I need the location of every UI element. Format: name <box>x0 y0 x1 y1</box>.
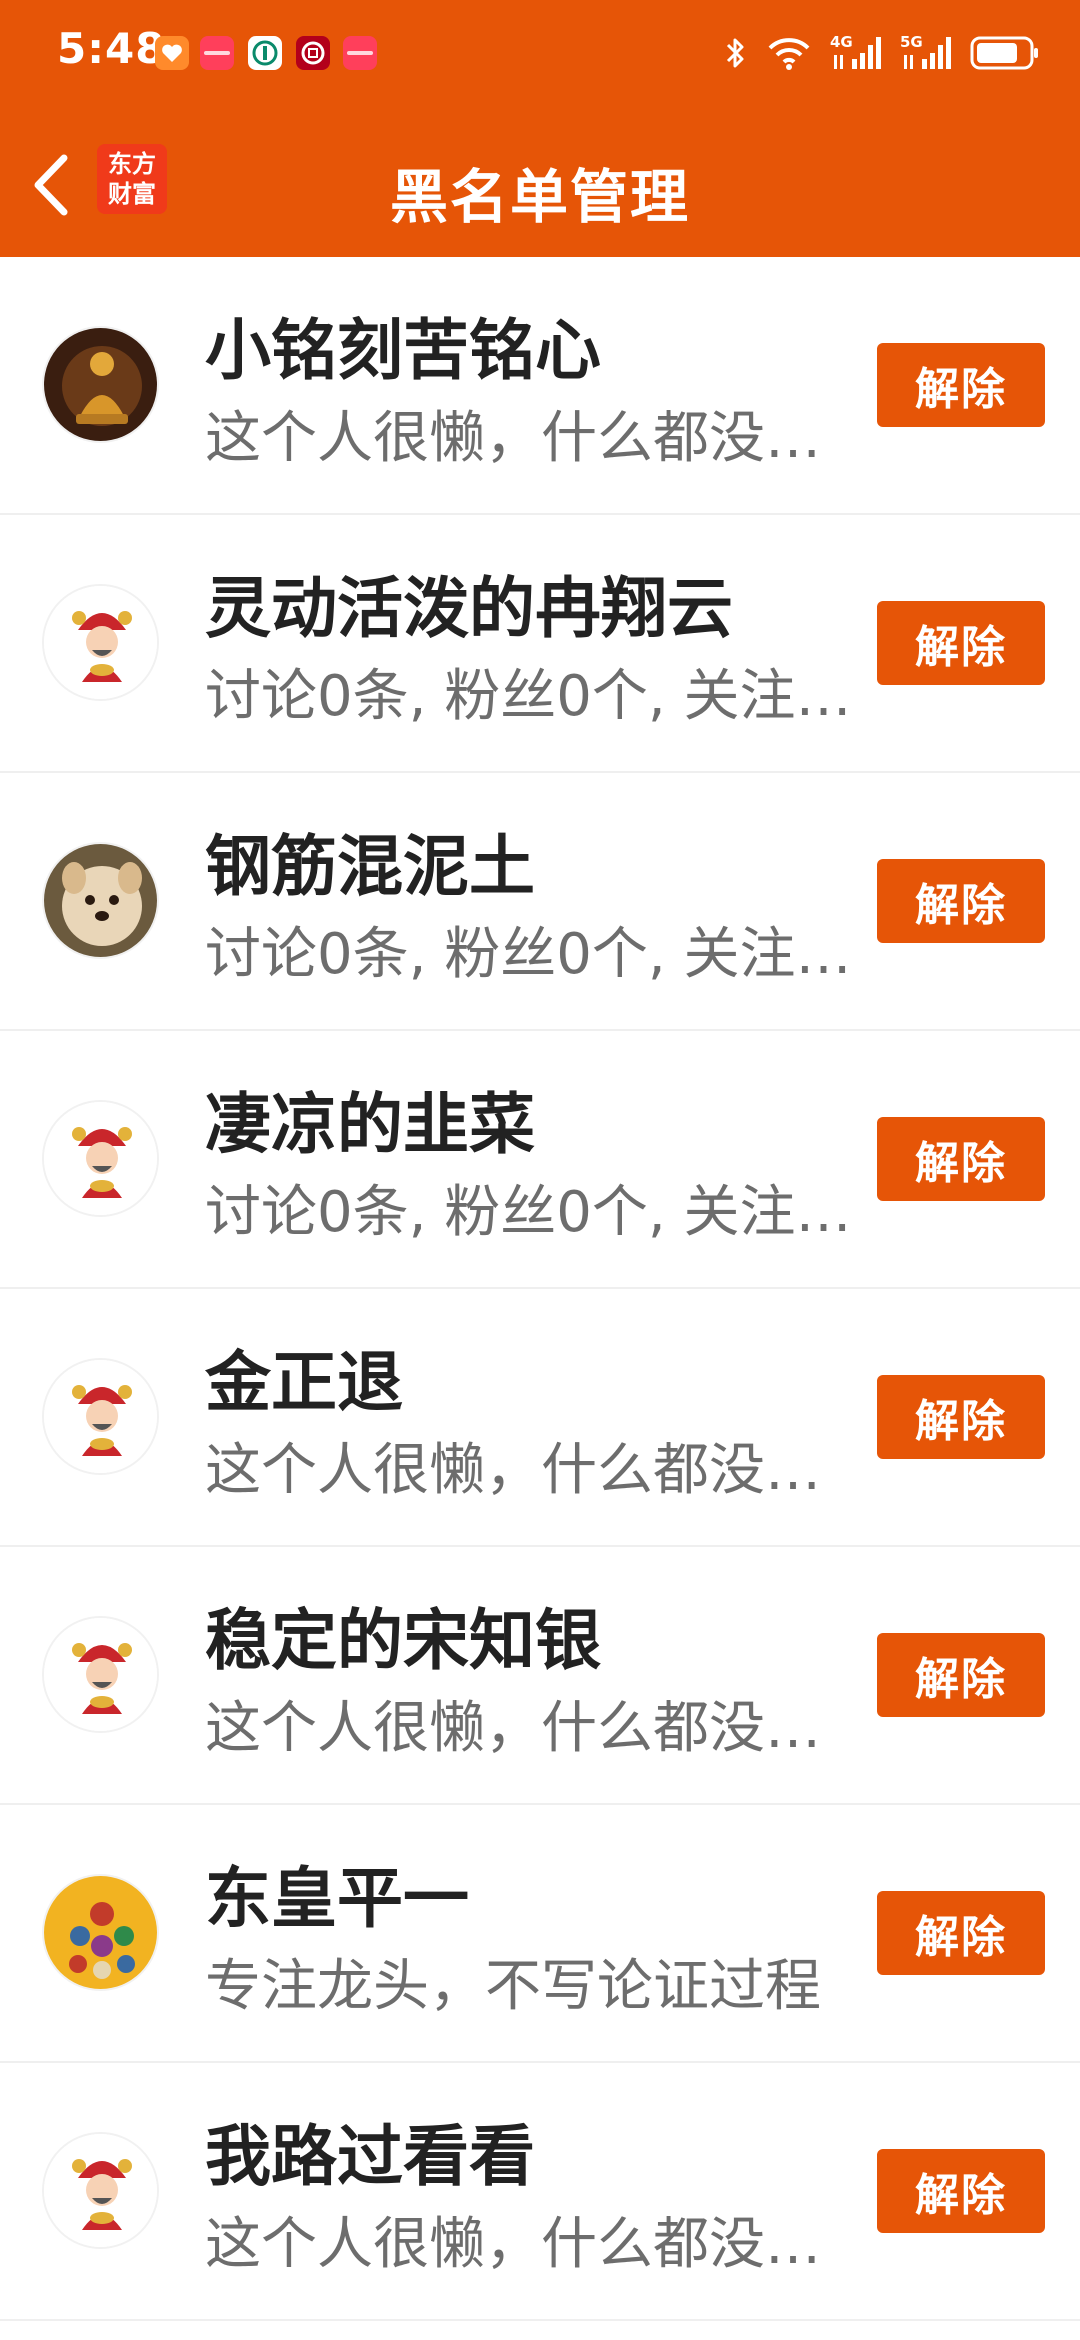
unblock-button[interactable]: 解除 <box>877 1117 1045 1201</box>
user-description: 专注龙头，不写论证过程 <box>205 1954 821 2019</box>
unblock-button[interactable]: 解除 <box>877 1633 1045 1717</box>
dog-avatar <box>42 842 159 959</box>
bank-notification-icon <box>248 36 282 70</box>
user-name[interactable]: 金正退 <box>205 1329 403 1425</box>
user-description: 这个人很懒，什么都没有留下 <box>205 406 860 471</box>
status-time: 5:48 <box>57 24 166 73</box>
god-of-wealth-avatar <box>42 1358 159 1475</box>
status-bar: 5:48 4G 5G <box>0 0 1080 110</box>
blacklist-row: 凄凉的韭菜 讨论0条, 粉丝0个, 关注0个 解除 <box>0 1031 1080 1289</box>
user-description: 讨论0条, 粉丝0个, 关注0个 <box>205 1180 860 1245</box>
top-bar: 5:48 4G 5G 东方 财富 黑名单管理 <box>0 0 1080 257</box>
buddha-avatar <box>42 326 159 443</box>
god-of-wealth-avatar <box>42 584 159 701</box>
user-name[interactable]: 稳定的宋知银 <box>205 1587 601 1683</box>
blacklist: 小铭刻苦铭心 这个人很懒，什么都没有留下 解除 灵动活泼的冉翔云 讨论0条, 粉… <box>0 257 1080 2321</box>
user-name[interactable]: 凄凉的韭菜 <box>205 1071 535 1167</box>
huawei-notification-icon <box>200 36 234 70</box>
user-name[interactable]: 东皇平一 <box>205 1845 469 1941</box>
blacklist-row: 我路过看看 这个人很懒，什么都没有留下 解除 <box>0 2063 1080 2321</box>
unblock-button[interactable]: 解除 <box>877 1891 1045 1975</box>
group-art-avatar <box>42 1874 159 1991</box>
god-of-wealth-avatar <box>42 1616 159 1733</box>
unblock-button[interactable]: 解除 <box>877 859 1045 943</box>
blacklist-row: 东皇平一 专注龙头，不写论证过程 解除 <box>0 1805 1080 2063</box>
5g-signal-icon: 5G <box>900 33 952 73</box>
god-of-wealth-avatar <box>42 1100 159 1217</box>
user-description: 这个人很懒，什么都没有留下 <box>205 1438 860 1503</box>
4g-signal-icon: 4G <box>830 33 882 73</box>
unblock-button[interactable]: 解除 <box>877 343 1045 427</box>
user-name[interactable]: 小铭刻苦铭心 <box>205 297 601 393</box>
huawei-notification-icon-2 <box>343 36 377 70</box>
user-description: 讨论0条, 粉丝0个, 关注0个 <box>205 664 860 729</box>
user-description: 这个人很懒，什么都没有留下 <box>205 2212 860 2277</box>
blacklist-row: 小铭刻苦铭心 这个人很懒，什么都没有留下 解除 <box>0 257 1080 515</box>
blacklist-row: 钢筋混泥土 讨论0条, 粉丝0个, 关注0个 解除 <box>0 773 1080 1031</box>
blacklist-row: 稳定的宋知银 这个人很懒，什么都没有留下 解除 <box>0 1547 1080 1805</box>
god-of-wealth-avatar <box>42 2132 159 2249</box>
battery-icon <box>970 36 1038 70</box>
user-name[interactable]: 我路过看看 <box>205 2103 535 2199</box>
page-title: 黑名单管理 <box>389 163 690 231</box>
user-description: 这个人很懒，什么都没有留下 <box>205 1696 860 1761</box>
bluetooth-icon <box>726 38 744 68</box>
app-notification-icon <box>155 36 189 70</box>
status-right-icons: 4G 5G <box>724 30 1040 76</box>
wifi-icon <box>768 38 810 70</box>
unblock-button[interactable]: 解除 <box>877 1375 1045 1459</box>
blacklist-row: 金正退 这个人很懒，什么都没有留下 解除 <box>0 1289 1080 1547</box>
nav-bar: 东方 财富 黑名单管理 <box>0 110 1080 257</box>
unblock-button[interactable]: 解除 <box>877 601 1045 685</box>
user-name[interactable]: 钢筋混泥土 <box>205 813 535 909</box>
blacklist-row: 灵动活泼的冉翔云 讨论0条, 粉丝0个, 关注0个 解除 <box>0 515 1080 773</box>
user-name[interactable]: 灵动活泼的冉翔云 <box>205 555 733 651</box>
unblock-button[interactable]: 解除 <box>877 2149 1045 2233</box>
user-description: 讨论0条, 粉丝0个, 关注0个 <box>205 922 860 987</box>
icbc-notification-icon <box>296 36 330 70</box>
